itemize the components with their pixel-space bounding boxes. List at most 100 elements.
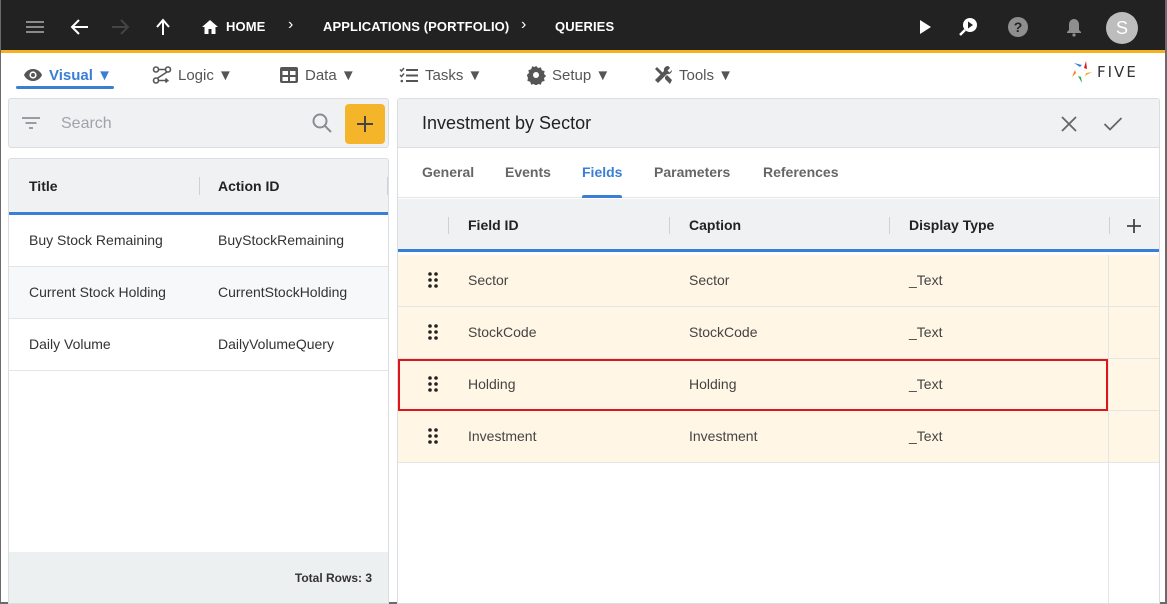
menu-tasks-label: Tasks ▼ [425,66,483,84]
main-menu-bar: Visual ▼ Logic ▼ Data ▼ Tasks ▼ Setup ▼ … [1,53,1165,93]
active-menu-indicator [16,86,114,89]
tab-events[interactable]: Events [505,164,551,180]
drag-handle-icon[interactable] [426,375,440,393]
up-arrow-icon[interactable] [150,14,176,40]
plus-icon [1127,219,1141,233]
total-rows-label: Total Rows: 3 [294,571,372,585]
column-header-display-type[interactable]: Display Type [909,217,994,233]
column-header-title[interactable]: Title [29,178,58,194]
check-icon [1103,117,1123,131]
list-header: Title Action ID [9,159,388,215]
svg-text:?: ? [1014,19,1023,35]
drag-handle-icon[interactable] [426,271,440,289]
column-header-action-id[interactable]: Action ID [218,178,279,194]
notifications-bell-icon[interactable] [1061,14,1087,40]
field-display-type: _Text [909,376,943,392]
breadcrumb-queries[interactable]: QUERIES [555,19,614,34]
query-detail-panel: Investment by Sector General Events Fiel… [397,98,1160,604]
search-run-icon[interactable] [955,14,981,40]
logic-flow-icon [152,66,172,84]
detail-header: Investment by Sector [398,99,1159,148]
field-display-type: _Text [909,272,943,288]
back-arrow-icon[interactable] [67,14,93,40]
drag-handle-icon[interactable] [426,323,440,341]
column-divider[interactable] [448,217,449,234]
tools-icon [655,65,673,84]
field-id: Investment [468,428,537,444]
drag-handle-icon[interactable] [426,427,440,445]
tab-fields[interactable]: Fields [582,164,622,180]
search-icon[interactable] [311,112,333,139]
five-logo-mark-icon [1072,61,1092,83]
hamburger-menu-icon[interactable] [22,14,48,40]
column-header-field-id[interactable]: Field ID [468,217,519,233]
list-row[interactable]: Buy Stock Remaining BuyStockRemaining [9,215,388,267]
row-action-id: BuyStockRemaining [218,232,345,248]
plus-icon [357,116,373,132]
cancel-button[interactable] [1056,111,1082,137]
field-row[interactable]: Sector Sector _Text [398,255,1108,307]
row-extension-cell [1108,359,1159,411]
row-title: Daily Volume [29,336,111,352]
filter-icon[interactable] [21,115,41,136]
field-row[interactable]: StockCode StockCode _Text [398,307,1108,359]
menu-tools-label: Tools ▼ [679,66,734,84]
user-avatar[interactable]: S [1106,12,1138,44]
menu-tasks[interactable]: Tasks ▼ [399,62,482,88]
field-caption: Holding [689,376,737,392]
row-action-id: DailyVolumeQuery [218,336,334,352]
menu-logic-label: Logic ▼ [178,66,233,84]
add-query-button[interactable] [345,104,385,144]
field-display-type: _Text [909,324,943,340]
field-id: StockCode [468,324,537,340]
column-divider[interactable] [387,177,388,195]
row-extension-cell [1108,255,1159,307]
breadcrumb-home[interactable]: HOME [226,19,265,34]
detail-tabs: General Events Fields Parameters Referen… [398,148,1159,198]
menu-data[interactable]: Data ▼ [279,62,356,88]
save-button[interactable] [1100,111,1126,137]
column-header-caption[interactable]: Caption [689,217,741,233]
menu-visual[interactable]: Visual ▼ [23,62,112,88]
tab-references[interactable]: References [763,164,839,180]
row-action-id: CurrentStockHolding [218,284,348,300]
field-id: Holding [468,376,516,392]
tab-general[interactable]: General [422,164,474,180]
detail-title: Investment by Sector [422,113,592,133]
help-icon[interactable]: ? [1005,14,1031,40]
home-icon[interactable] [197,14,223,40]
search-bar [8,98,389,148]
add-field-button[interactable] [1122,214,1146,238]
app-window: HOME › APPLICATIONS (PORTFOLIO) › QUERIE… [0,0,1167,604]
active-tab-indicator [582,195,622,198]
field-row-selected[interactable]: Holding Holding _Text [398,359,1108,411]
table-grid-icon [280,67,298,83]
menu-setup[interactable]: Setup ▼ [526,62,610,88]
menu-tools[interactable]: Tools ▼ [653,62,733,88]
column-divider[interactable] [199,177,200,195]
column-divider[interactable] [889,217,890,234]
forward-arrow-icon[interactable] [107,14,133,40]
menu-logic[interactable]: Logic ▼ [152,62,233,88]
breadcrumb-separator-icon: › [521,16,527,33]
eye-icon [24,69,42,81]
top-bar: HOME › APPLICATIONS (PORTFOLIO) › QUERIE… [1,0,1165,53]
play-icon[interactable] [912,14,938,40]
breadcrumb-applications[interactable]: APPLICATIONS (PORTFOLIO) [323,19,509,34]
row-extension-cell [1108,411,1159,463]
field-caption: Sector [689,272,730,288]
list-row[interactable]: Current Stock Holding CurrentStockHoldin… [9,267,388,319]
column-divider[interactable] [1109,217,1110,234]
field-row[interactable]: Investment Investment _Text [398,411,1108,463]
list-row[interactable]: Daily Volume DailyVolumeQuery [9,319,388,371]
menu-visual-label: Visual ▼ [49,66,112,84]
tab-parameters[interactable]: Parameters [654,164,730,180]
fields-grid-header: Field ID Caption Display Type [398,199,1159,252]
field-caption: Investment [689,428,758,444]
menu-setup-label: Setup ▼ [552,66,611,84]
column-divider[interactable] [669,217,670,234]
field-display-type: _Text [909,428,943,444]
close-icon [1061,116,1077,132]
search-input[interactable] [61,112,301,136]
checklist-icon [399,67,418,83]
